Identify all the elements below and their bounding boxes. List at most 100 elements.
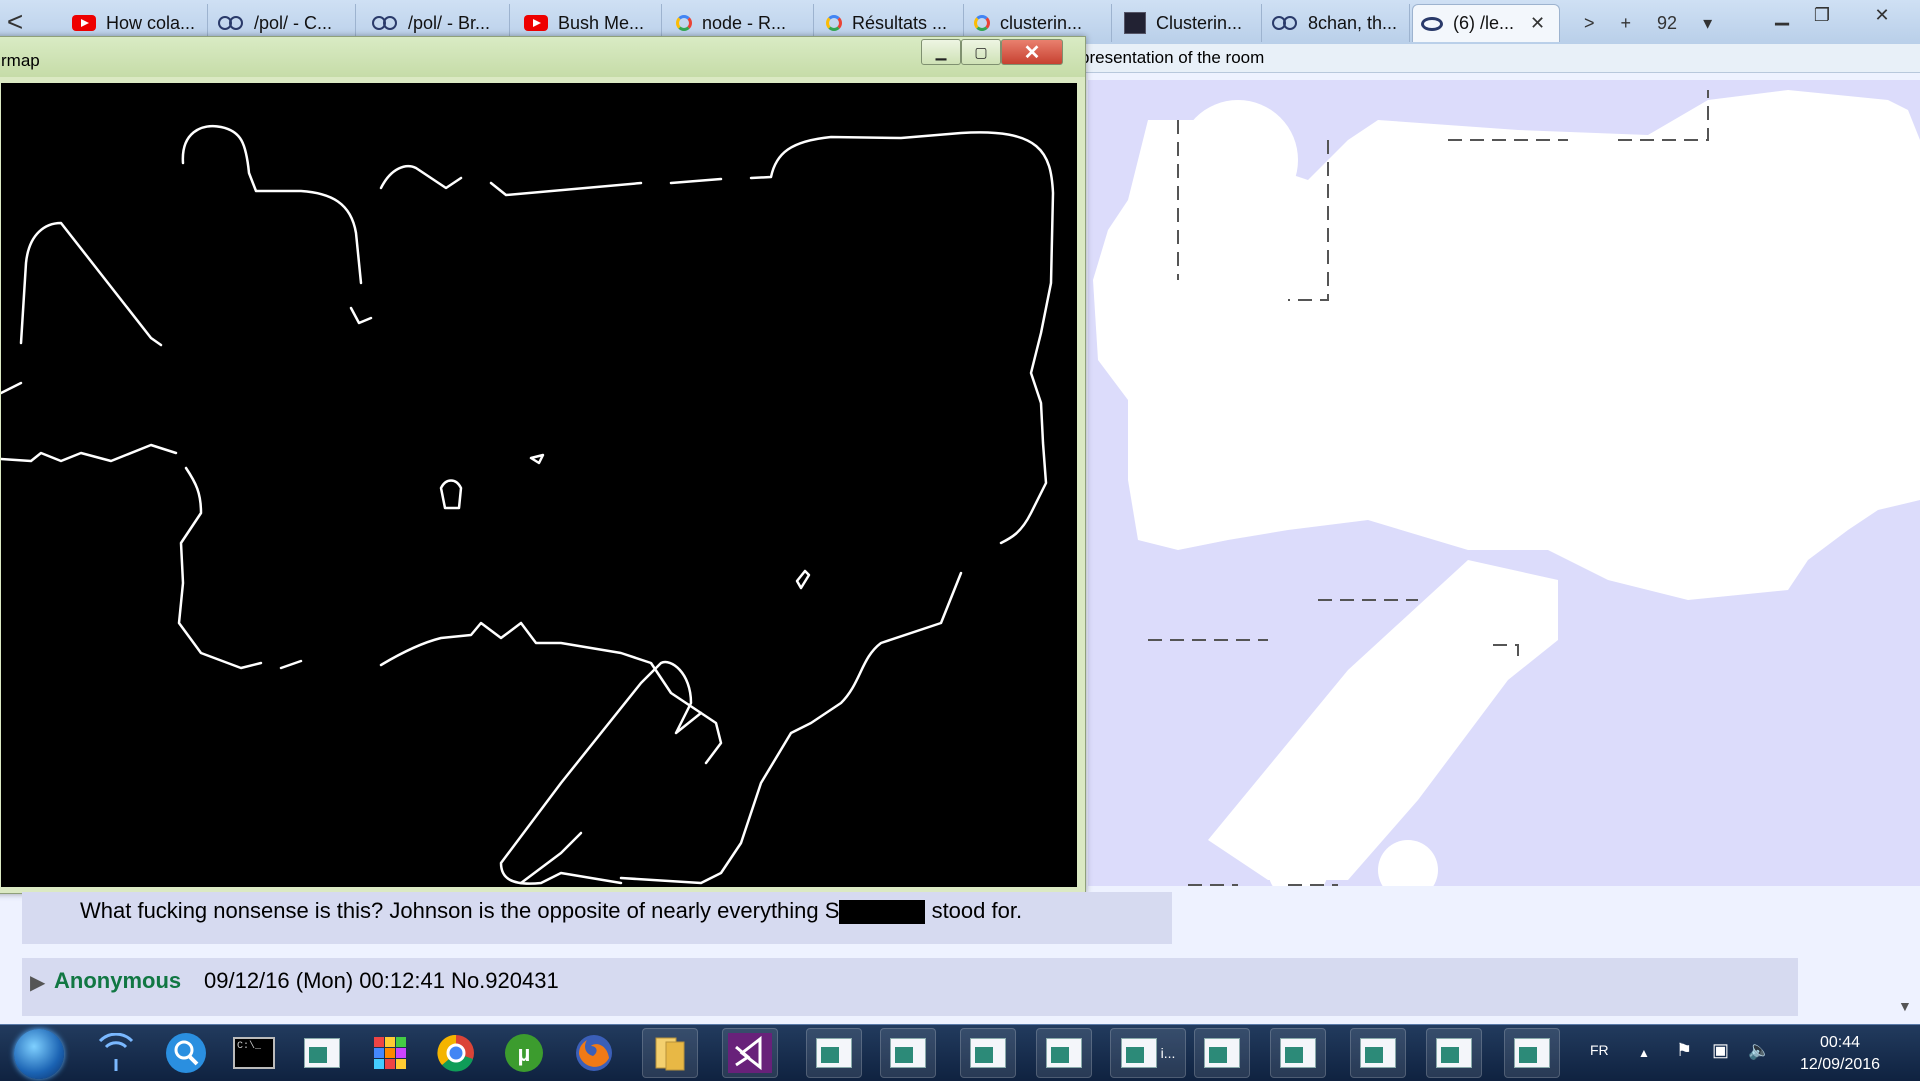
edge-map-window[interactable]: rmap ▁ ▢ ✕ [0,36,1086,894]
folder-taskbar-icon[interactable] [642,1028,698,1078]
firefox-icon [576,1035,612,1071]
window-icon [890,1038,926,1068]
svg-text:µ: µ [518,1041,531,1066]
window-icon [1204,1038,1240,1068]
tab-clusterin-page[interactable]: Clusterin... [1116,4,1262,42]
window-icon [1046,1038,1082,1068]
chrome-icon [437,1034,474,1072]
minimize-button[interactable]: ▁ [921,39,961,65]
new-tab-button[interactable]: + [1621,13,1632,34]
edge-map-image [0,83,1077,887]
google-icon [676,15,692,31]
tab-label: node - R... [702,12,787,33]
8chan-icon [218,16,244,30]
tab-label: 8chan, th... [1308,12,1398,33]
poster-name: Anonymous [54,968,182,993]
close-button[interactable]: ✕ [1001,39,1063,65]
window-taskbar-button-3[interactable] [960,1028,1016,1078]
post-text-after: stood for. [925,898,1023,923]
tab-controls: > + 92 ▾ [1584,4,1712,42]
window-icon [1436,1038,1472,1068]
window-taskbar-button-10[interactable] [1504,1028,1560,1078]
page-icon [1124,12,1146,34]
google-icon [974,15,990,31]
window-taskbar-button-7[interactable] [1270,1028,1326,1078]
language-indicator[interactable]: FR [1590,1042,1609,1058]
volume-icon[interactable]: 🔈 [1748,1040,1770,1061]
window-icon [816,1038,852,1068]
tab-label: Clusterin... [1156,12,1243,33]
tab-label: clusterin... [1000,12,1083,33]
8chan-icon [372,16,398,30]
start-button[interactable] [14,1029,64,1079]
tab-count: 92 [1657,12,1678,33]
visual-studio-taskbar-icon[interactable] [722,1028,778,1078]
window-taskbar-button-8[interactable] [1350,1028,1406,1078]
cube-app-taskbar-icon[interactable] [362,1028,418,1078]
8chan-icon [1272,16,1298,30]
tab-label: (6) /le... [1453,13,1515,33]
explorer-window-taskbar-icon[interactable] [294,1028,350,1078]
folder-icon [655,1037,685,1071]
browser-minimize-button[interactable]: ▁ [1762,0,1802,30]
window-taskbar-button-1[interactable] [806,1028,862,1078]
cube-icon [374,1037,406,1069]
clock-date: 12/09/2016 [1799,1056,1881,1073]
cmd-taskbar-icon[interactable]: C:\_ [226,1028,282,1078]
magnifier-icon [166,1033,206,1073]
visual-studio-icon [728,1033,772,1073]
scroll-down-arrow-icon[interactable]: ▼ [1898,998,1912,1014]
browser-restore-button[interactable]: ❐ [1802,0,1842,30]
tab-label: Bush Me... [558,12,645,33]
tab-label: /pol/ - C... [254,12,333,33]
terminal-icon: C:\_ [233,1037,275,1069]
youtube-icon [524,15,548,31]
tab-label: How cola... [106,12,196,33]
firefox-taskbar-icon[interactable] [566,1028,622,1078]
room-presentation-canvas [1088,80,1920,900]
tab-label: /pol/ - Br... [408,12,491,33]
window-icon [1280,1038,1316,1068]
window-icon [1514,1038,1550,1068]
chrome-taskbar-icon[interactable] [428,1028,484,1078]
window-taskbar-button-9[interactable] [1426,1028,1482,1078]
clock-time: 00:44 [1819,1034,1861,1051]
youtube-icon [72,15,96,31]
wifi-icon [98,1033,134,1071]
google-icon [826,15,842,31]
eye-icon [1421,16,1443,31]
expand-arrow-icon[interactable]: ▶ [30,970,45,995]
post-meta[interactable]: 09/12/16 (Mon) 00:12:41 No.920431 [204,968,559,994]
tab-scroll-forward-button[interactable]: > [1584,13,1595,34]
window-icon [970,1038,1006,1068]
action-center-flag-icon[interactable]: ⚑ [1676,1040,1692,1061]
room-window-title: presentation of the room [1080,48,1265,67]
window-taskbar-button-6[interactable] [1194,1028,1250,1078]
room-map-image [1088,80,1920,900]
wifi-tool-taskbar-icon[interactable] [88,1028,144,1078]
post-text: What fucking nonsense is this? Johnson i… [80,898,1023,925]
window-taskbar-button-4[interactable] [1036,1028,1092,1078]
utorrent-icon: µ [505,1034,543,1072]
search-app-taskbar-icon[interactable] [158,1028,214,1078]
tab-active-le[interactable]: (6) /le... ✕ [1412,4,1560,42]
edge-detection-canvas [0,83,1077,887]
window-taskbar-button-2[interactable] [880,1028,936,1078]
window-icon [1360,1038,1396,1068]
tab-8chan[interactable]: 8chan, th... [1264,4,1410,42]
utorrent-taskbar-icon[interactable]: µ [496,1028,552,1078]
close-tab-icon[interactable]: ✕ [1530,13,1545,34]
window-taskbar-button-5[interactable]: i... [1110,1028,1186,1078]
tab-label: Résultats ... [852,12,948,33]
browser-close-button[interactable]: ✕ [1862,0,1902,30]
taskbar-label: i... [1160,1045,1176,1061]
system-clock[interactable]: 00:44 12/09/2016 [1790,1032,1890,1076]
room-window-titlebar: presentation of the room [1080,44,1920,73]
post-text-before: What fucking nonsense is this? Johnson i… [80,898,840,923]
maximize-button[interactable]: ▢ [961,39,1001,65]
network-icon[interactable]: ▣ [1712,1040,1729,1061]
tab-list-dropdown[interactable]: ▾ [1703,13,1712,34]
tray-expand-icon[interactable]: ▲ [1638,1046,1650,1060]
window-icon [1120,1038,1157,1068]
redaction-bar [839,900,926,925]
